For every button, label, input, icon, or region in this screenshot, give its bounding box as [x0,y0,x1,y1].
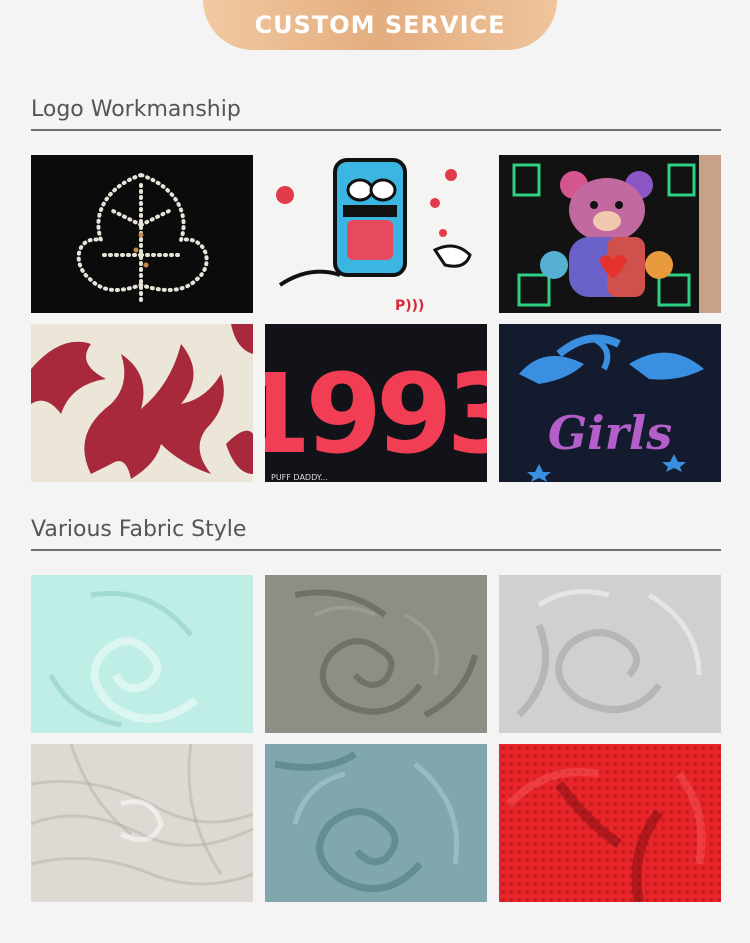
logo-image-dolphin-glitter-print: Girls [499,324,721,482]
logo-image-number-print: 1993 PUFF DADDY... [265,324,487,482]
fabric-image-gray-linen [265,575,487,733]
fabric-image-crinkle-white [31,744,253,902]
fabric-image-light-gray [499,575,721,733]
logo-image-flame-print [31,324,253,482]
fabric-section-title: Various Fabric Style [31,517,247,542]
svg-text:PUFF DADDY...: PUFF DADDY... [271,473,328,482]
banner-title: CUSTOM SERVICE [254,11,506,39]
print-girls-text: Girls [548,406,672,460]
svg-text:P))): P))) [395,298,424,313]
logo-image-cartoon-print: P))) [265,155,487,313]
logo-image-rhinestone-leaf [31,155,253,313]
print-number-text: 1993 [265,350,487,478]
fabric-image-teal-pique [265,744,487,902]
logo-section-title: Logo Workmanship [31,97,241,122]
fabric-section-divider [31,549,721,551]
logo-section-divider [31,129,721,131]
fabric-image-red-mesh [499,744,721,902]
logo-image-teddy-bear-print [499,155,721,313]
custom-service-banner: CUSTOM SERVICE [203,0,557,50]
fabric-image-mint [31,575,253,733]
